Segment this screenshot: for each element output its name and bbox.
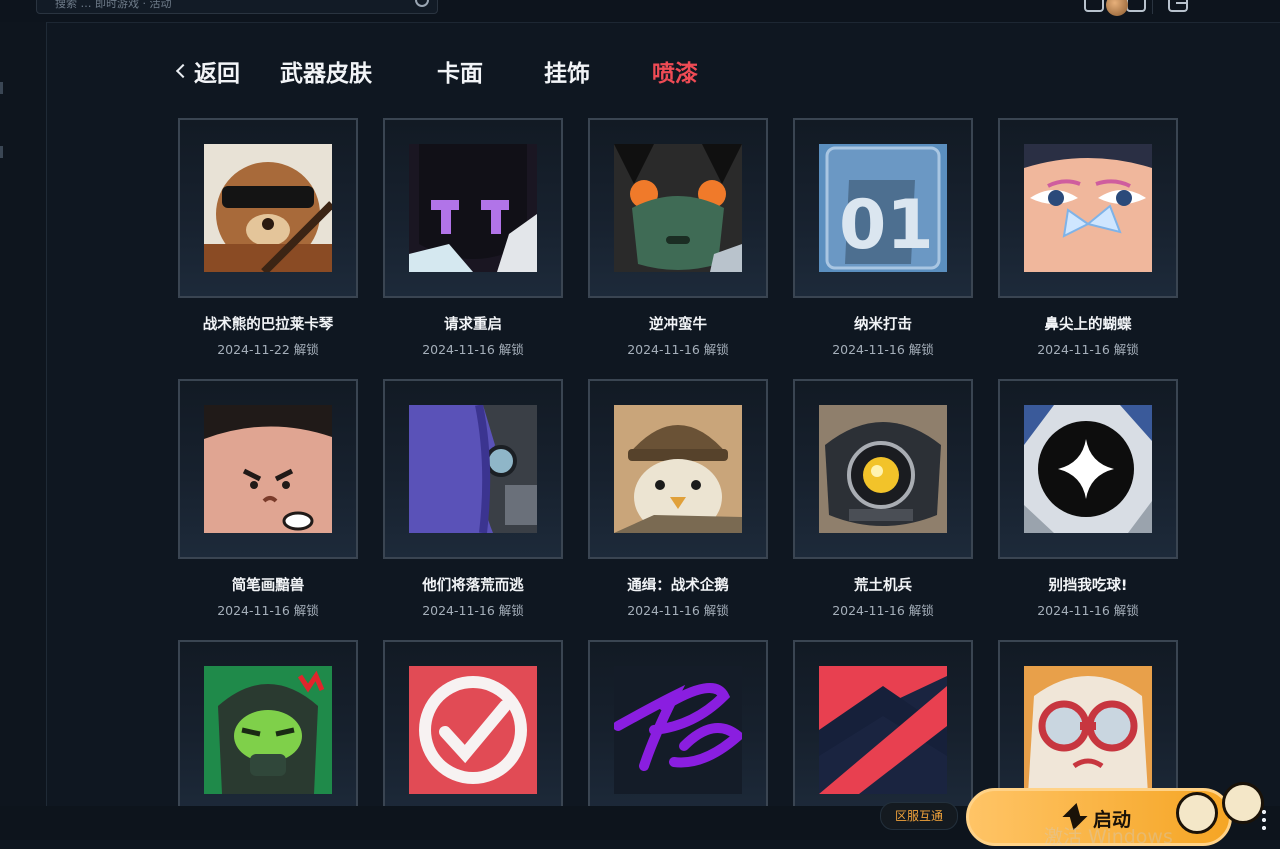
spray-name: 别挡我吃球! [1048,578,1128,594]
spray-unlock-date: 2024-11-16 解锁 [627,342,729,357]
spray-name: 逆冲蛮牛 [649,317,707,333]
sidebar-rail [0,22,47,840]
spray-card[interactable]: 荒土机兵 2024-11-16 解锁 [793,379,973,619]
spray-card[interactable]: 他们将落荒而逃 2024-11-16 解锁 [383,379,563,619]
red-arrow-art [819,666,947,794]
spray-unlock-date: 2024-11-16 解锁 [1037,603,1139,618]
brimstone-mask-art [614,144,742,272]
spray-tile[interactable] [383,118,563,298]
spray-tile[interactable] [998,118,1178,298]
spray-unlock-date: 2024-11-16 解锁 [422,603,524,618]
region-crossplay-badge[interactable]: 区服互通 [880,802,958,830]
spray-unlock-date: 2024-11-16 解锁 [627,603,729,618]
tab-charms[interactable]: 挂饰 [544,54,590,88]
star-orb-art [1024,405,1152,533]
reboot-robot-art [409,144,537,272]
spray-unlock-date: 2024-11-16 解锁 [1037,342,1139,357]
spray-tile[interactable] [588,118,768,298]
spray-tile[interactable] [383,640,563,820]
edit-icon[interactable] [1084,0,1104,12]
green-soldier-art [204,666,332,794]
spray-unlock-date: 2024-11-16 解锁 [217,603,319,618]
search-input[interactable]: 搜索 … 即时游戏 · 活动 [36,0,438,14]
spray-name: 通缉：战术企鹅 [627,578,729,594]
windows-activation-watermark: 激活 Windows [1044,826,1173,848]
nano-01-card-art: 01 [819,144,947,272]
spray-tile[interactable] [178,640,358,820]
spray-unlock-date: 2024-11-16 解锁 [422,342,524,357]
spray-card[interactable]: 逆冲蛮牛 2024-11-16 解锁 [588,118,768,358]
spray-tile[interactable] [383,379,563,559]
back-label: 返回 [194,61,240,87]
spray-name: 简笔画黯兽 [231,578,305,594]
spray-name: 他们将落荒而逃 [422,578,524,594]
minimize-icon[interactable] [1176,2,1188,4]
spray-tile[interactable] [998,379,1178,559]
spray-tile[interactable]: 01 [793,118,973,298]
svg-text:01: 01 [839,186,934,265]
butterfly-nose-art [1024,144,1152,272]
spray-name: 荒土机兵 [854,578,912,594]
spray-tile[interactable] [793,640,973,820]
spray-tile[interactable] [178,118,358,298]
spray-tile[interactable] [793,379,973,559]
top-bar: 搜索 … 即时游戏 · 活动 [0,0,1280,23]
spray-tile[interactable] [588,640,768,820]
chevron-left-icon [175,63,191,79]
spray-tile[interactable] [178,379,358,559]
search-icon[interactable] [415,0,429,7]
rail-marker [0,146,3,158]
spray-name: 请求重启 [444,317,502,333]
lightning-icon [1062,803,1086,817]
fleeing-robot-art [409,405,537,533]
spray-card[interactable]: 战术熊的巴拉莱卡琴 2024-11-22 解锁 [178,118,358,358]
tactical-penguin-art [614,405,742,533]
spray-unlock-date: 2024-11-16 解锁 [832,342,934,357]
avatar[interactable] [1106,0,1128,16]
search-placeholder: 搜索 … 即时游戏 · 活动 [55,0,172,10]
spray-unlock-date: 2024-11-22 解锁 [217,342,319,357]
goggles-cat-art [1024,666,1152,794]
spray-card[interactable]: 通缉：战术企鹅 2024-11-16 解锁 [588,379,768,619]
tactical-bear-art [204,144,332,272]
more-options-icon[interactable] [1262,808,1266,830]
spray-card[interactable]: 请求重启 2024-11-16 解锁 [383,118,563,358]
top-icon-group [1084,0,1188,12]
spray-tile[interactable] [588,379,768,559]
tab-cards[interactable]: 卡面 [437,54,483,88]
back-button[interactable]: 返回 [174,54,240,88]
chat-icon[interactable] [1126,0,1146,12]
spray-card[interactable]: 01 纳米打击 2024-11-16 解锁 [793,118,973,358]
spray-card[interactable]: 简笔画黯兽 2024-11-16 解锁 [178,379,358,619]
angry-face-art [204,405,332,533]
purple-signature-art [614,666,742,794]
tab-weapon-skins[interactable]: 武器皮肤 [280,54,372,88]
spray-name: 鼻尖上的蝴蝶 [1044,317,1132,333]
wasteland-bot-art [819,405,947,533]
spray-name: 战术熊的巴拉莱卡琴 [202,317,334,333]
rail-marker [0,82,3,94]
top-divider [1152,0,1153,14]
red-checkmark-art [409,666,537,794]
spray-unlock-date: 2024-11-16 解锁 [832,603,934,618]
spray-card[interactable]: 鼻尖上的蝴蝶 2024-11-16 解锁 [998,118,1178,358]
spray-name: 纳米打击 [854,317,912,333]
assistant-mascot-icon[interactable] [1176,792,1218,834]
help-mascot-icon[interactable] [1222,782,1264,824]
tab-sprays[interactable]: 喷漆 [652,54,698,88]
spray-card[interactable]: 别挡我吃球! 2024-11-16 解锁 [998,379,1178,619]
